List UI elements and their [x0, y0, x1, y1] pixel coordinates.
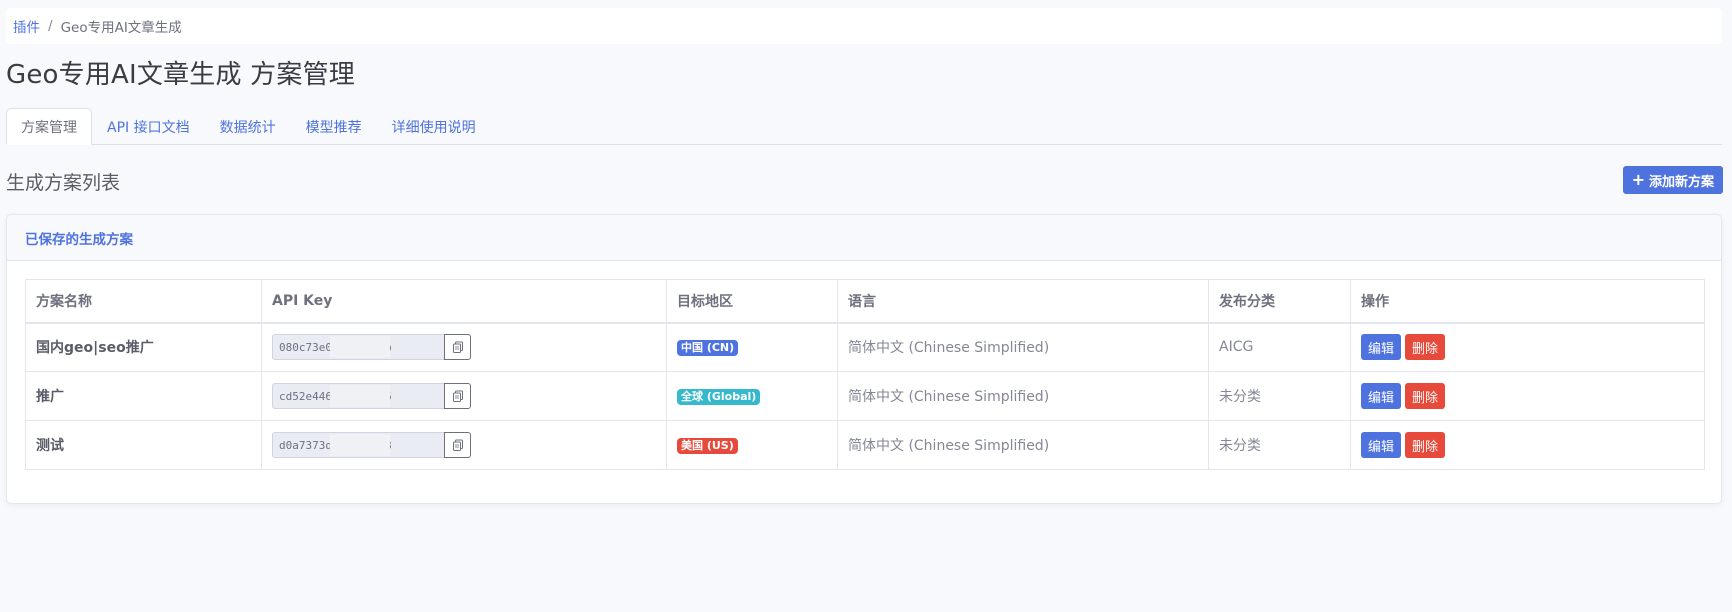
table-header-row: 方案名称 API Key 目标地区 语言 发布分类 操作 [25, 279, 1705, 324]
breadcrumb-link-plugins[interactable]: 插件 [13, 16, 40, 36]
column-header-language: 语言 [837, 279, 1209, 324]
table-row: 国内geo|seo推广 080c73e0 f803a87b [25, 322, 1705, 372]
page-title: Geo专用AI文章生成 方案管理 [6, 60, 355, 90]
category-cell: 未分类 [1208, 420, 1351, 470]
add-plan-button-label: 添加新方案 [1648, 174, 1714, 190]
copy-button[interactable] [444, 432, 471, 458]
table-row: 测试 d0a7373d 45cf6ee8 [25, 420, 1705, 470]
card-body: 方案名称 API Key 目标地区 语言 发布分类 操作 国内geo|seo推广… [7, 261, 1721, 470]
category-cell: AICG [1208, 322, 1351, 372]
delete-button[interactable]: 删除 [1405, 334, 1446, 361]
tab-plan-management[interactable]: 方案管理 [6, 108, 92, 145]
api-key-cell: cd52e446 e6ff4796 [261, 371, 667, 421]
region-cell: 全球 (Global) [666, 371, 838, 421]
delete-button[interactable]: 删除 [1405, 383, 1446, 409]
column-header-actions: 操作 [1350, 279, 1705, 324]
saved-plans-card: 已保存的生成方案 方案名称 API Key 目标地区 语言 发布分类 操作 国内… [6, 214, 1722, 504]
breadcrumb: 插件 / Geo专用AI文章生成 [6, 8, 1722, 44]
column-header-category: 发布分类 [1208, 279, 1351, 324]
breadcrumb-current: Geo专用AI文章生成 [60, 20, 182, 36]
api-key-cell: d0a7373d 45cf6ee8 [261, 420, 667, 470]
copy-icon [452, 439, 463, 451]
plans-table: 方案名称 API Key 目标地区 语言 发布分类 操作 国内geo|seo推广… [25, 279, 1705, 470]
column-header-name: 方案名称 [25, 279, 262, 324]
actions-cell: 编辑 删除 [1350, 371, 1705, 421]
category-cell: 未分类 [1208, 371, 1351, 421]
api-key-redaction [330, 336, 390, 359]
region-cell: 美国 (US) [666, 420, 838, 470]
section-title: 生成方案列表 [6, 172, 121, 194]
api-key-redaction [330, 385, 390, 407]
language-cell: 简体中文 (Chinese Simplified) [837, 371, 1209, 421]
api-key-cell: 080c73e0 f803a87b [261, 322, 667, 372]
edit-button[interactable]: 编辑 [1361, 334, 1402, 361]
tab-usage-guide[interactable]: 详细使用说明 [377, 108, 491, 145]
region-badge: 美国 (US) [677, 437, 738, 454]
region-badge: 中国 (CN) [677, 339, 739, 356]
plan-name: 国内geo|seo推广 [25, 322, 262, 372]
region-cell: 中国 (CN) [666, 322, 838, 372]
api-key-group: cd52e446 e6ff4796 [272, 383, 656, 409]
tab-model-recommend[interactable]: 模型推荐 [291, 108, 377, 145]
region-badge: 全球 (Global) [677, 388, 761, 405]
plus-icon: + [1631, 170, 1645, 189]
api-key-redaction [330, 434, 390, 456]
api-key-field[interactable]: 080c73e0 f803a87b [272, 334, 444, 361]
tab-api-docs[interactable]: API 接口文档 [92, 108, 205, 145]
api-key-group: d0a7373d 45cf6ee8 [272, 432, 656, 458]
api-key-field[interactable]: d0a7373d 45cf6ee8 [272, 432, 444, 458]
language-cell: 简体中文 (Chinese Simplified) [837, 420, 1209, 470]
table-row: 推广 cd52e446 e6ff4796 [25, 371, 1705, 421]
column-header-region: 目标地区 [666, 279, 838, 324]
edit-button[interactable]: 编辑 [1361, 432, 1402, 458]
tab-statistics[interactable]: 数据统计 [205, 108, 291, 145]
actions-cell: 编辑 删除 [1350, 322, 1705, 372]
copy-button[interactable] [444, 334, 471, 361]
api-key-field[interactable]: cd52e446 e6ff4796 [272, 383, 444, 409]
breadcrumb-separator: / [48, 18, 53, 34]
column-header-api-key: API Key [261, 279, 667, 324]
card-header: 已保存的生成方案 [7, 215, 1721, 261]
copy-icon [452, 341, 463, 354]
copy-button[interactable] [444, 383, 471, 409]
tab-bar: 方案管理 API 接口文档 数据统计 模型推荐 详细使用说明 [6, 108, 1722, 145]
edit-button[interactable]: 编辑 [1361, 383, 1402, 409]
actions-cell: 编辑 删除 [1350, 420, 1705, 470]
api-key-group: 080c73e0 f803a87b [272, 334, 656, 361]
plan-name: 测试 [25, 420, 262, 470]
plan-name: 推广 [25, 371, 262, 421]
delete-button[interactable]: 删除 [1405, 432, 1446, 458]
copy-icon [452, 390, 463, 402]
add-plan-button[interactable]: + 添加新方案 [1622, 166, 1723, 194]
language-cell: 简体中文 (Chinese Simplified) [837, 322, 1209, 372]
